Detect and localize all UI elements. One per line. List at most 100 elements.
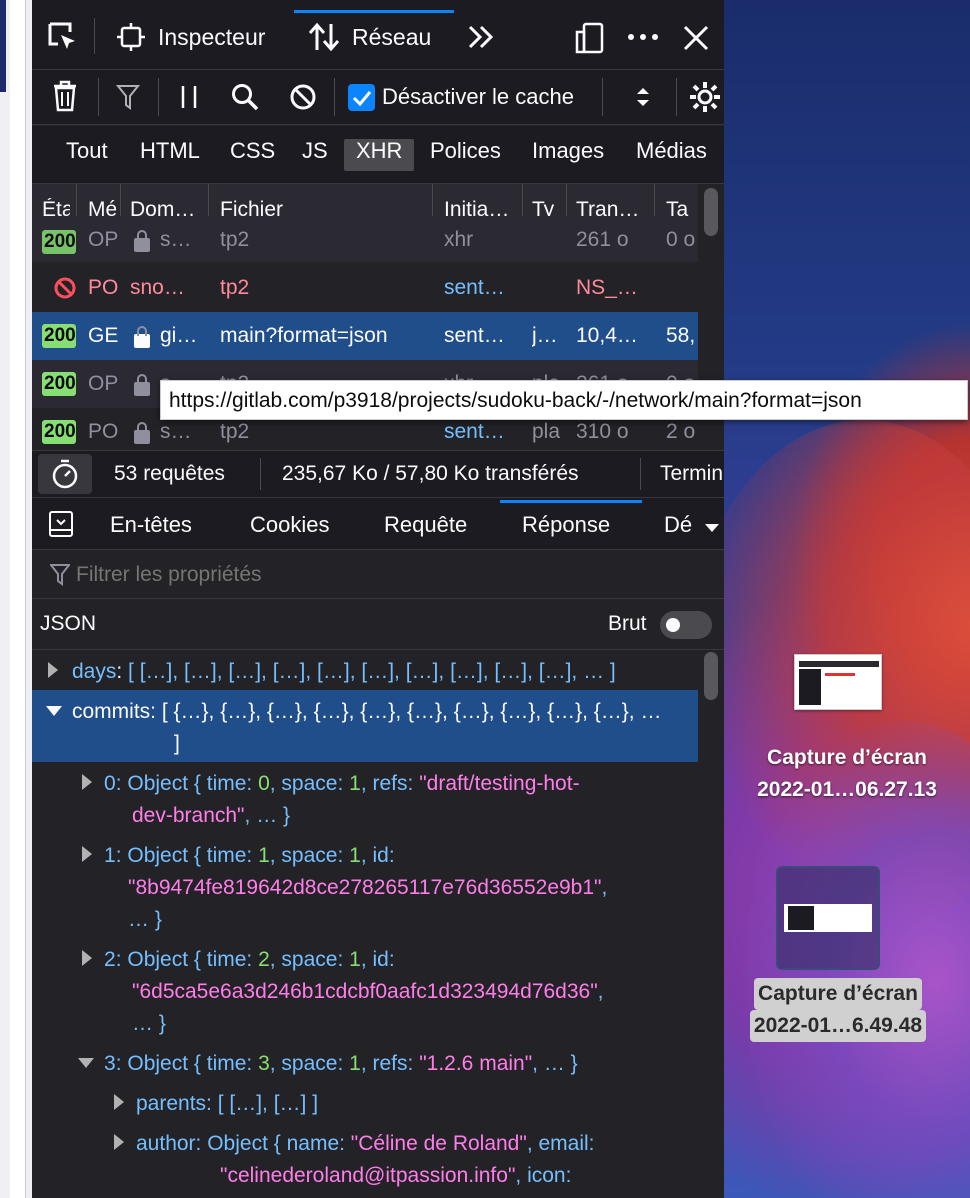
expand-arrow-icon[interactable]: [82, 774, 92, 790]
row-initiator: xhr: [444, 228, 474, 251]
tab-cookies[interactable]: Cookies: [250, 512, 329, 538]
filter-media[interactable]: Médias: [636, 138, 707, 164]
url-tooltip: https://gitlab.com/p3918/projects/sudoku…: [160, 380, 968, 420]
page-edge-header: [0, 0, 6, 92]
responsive-design-icon[interactable]: [574, 22, 606, 54]
block-icon[interactable]: [288, 82, 318, 112]
table-row[interactable]: PO sno… tp2 sent… NS_…: [32, 264, 698, 312]
tree-node-parents[interactable]: parents: [ […], […] ]: [136, 1088, 318, 1120]
lock-icon: [134, 230, 150, 252]
close-icon[interactable]: [682, 24, 710, 52]
row-initiator[interactable]: sent…: [444, 312, 520, 360]
filter-html[interactable]: HTML: [140, 138, 200, 164]
filter-icon[interactable]: [116, 84, 140, 110]
row-file: tp2: [220, 228, 250, 251]
tab-response[interactable]: Réponse: [522, 512, 610, 538]
status-badge: 200: [42, 324, 76, 348]
tab-inspector[interactable]: Inspecteur: [116, 22, 265, 52]
row-transferred: NS_…: [576, 276, 638, 299]
toolbar-separator: [602, 78, 603, 116]
tree-node-commit-3[interactable]: 3: Object { time: 3, space: 1, refs: "1.…: [104, 1048, 578, 1080]
tree-node-commit-2[interactable]: 2: Object { time: 2, space: 1, id:: [104, 944, 395, 976]
row-size: 58,: [666, 324, 696, 347]
json-tree-scrollbar[interactable]: [704, 652, 718, 700]
detail-active-tab-indicator: [500, 500, 642, 503]
filter-fonts[interactable]: Polices: [430, 138, 501, 164]
toolbar-separator: [94, 18, 95, 54]
toolbar-separator: [98, 78, 99, 116]
row-method: OP: [88, 228, 118, 251]
performance-button[interactable]: [38, 454, 92, 494]
expand-arrow-icon[interactable]: [114, 1094, 124, 1110]
expand-arrow-icon[interactable]: [82, 950, 92, 966]
row-method: GE: [88, 324, 118, 347]
more-options-icon[interactable]: [626, 22, 660, 52]
more-tabs-chevron-icon[interactable]: [466, 22, 496, 52]
toolbar-separator: [334, 78, 335, 116]
blocked-icon: [54, 277, 76, 299]
tree-node-commit-2-id: "6d5ca5e6a3d246b1cdcbf0aafc1d323494d76d3…: [132, 980, 604, 1003]
tab-network-label: Réseau: [352, 23, 432, 50]
filter-css[interactable]: CSS: [230, 138, 275, 164]
disable-cache-label[interactable]: Désactiver le cache: [382, 84, 574, 110]
lock-icon: [134, 374, 150, 396]
tree-node-commit-0[interactable]: 0: Object { time: 0, space: 1, refs: "dr…: [104, 768, 580, 800]
gear-icon[interactable]: [688, 80, 722, 114]
screenshot-file-thumbnail-selected[interactable]: [776, 866, 880, 970]
property-filter-input[interactable]: [76, 560, 696, 590]
row-file: main?format=json: [220, 324, 388, 347]
toolbar-separator: [158, 78, 159, 116]
macos-desktop: Capture d’écran 2022-01…06.27.13 Capture…: [724, 0, 970, 1198]
tab-network[interactable]: Réseau: [308, 22, 431, 52]
inspector-icon: [117, 23, 145, 51]
tree-node-commits[interactable]: commits: [ {…}, {…}, {…}, {…}, {…}, {…},…: [72, 696, 661, 728]
raw-toggle[interactable]: [660, 611, 712, 639]
search-icon[interactable]: [230, 82, 260, 112]
trash-icon[interactable]: [52, 80, 78, 112]
raw-label: Brut: [608, 612, 647, 635]
expand-arrow-icon[interactable]: [82, 846, 92, 862]
more-detail-tabs-icon[interactable]: [704, 520, 720, 538]
network-arrows-icon: [308, 22, 340, 52]
expand-arrow-icon[interactable]: [114, 1134, 124, 1150]
row-method: PO: [88, 420, 118, 443]
row-file: tp2: [220, 276, 250, 299]
element-picker-icon[interactable]: [46, 20, 80, 54]
pause-icon[interactable]: [178, 84, 200, 110]
filter-all[interactable]: Tout: [66, 138, 108, 164]
tree-node-author[interactable]: author: Object { name: "Céline de Roland…: [136, 1128, 595, 1160]
collapse-arrow-icon[interactable]: [46, 706, 62, 716]
screenshot-file-label[interactable]: Capture d’écran 2022-01…06.27.13: [724, 742, 970, 806]
tab-timings[interactable]: Dé: [664, 512, 698, 538]
row-method: PO: [88, 276, 118, 299]
filter-js[interactable]: JS: [302, 138, 328, 164]
tab-request[interactable]: Requête: [384, 512, 467, 538]
tree-node-days[interactable]: days: [ […], […], […], […], […], […], [……: [72, 656, 616, 688]
collapse-arrow-icon[interactable]: [78, 1058, 94, 1068]
request-list-scrollbar[interactable]: [704, 188, 718, 236]
table-row-selected[interactable]: 200 GE gi… main?format=json sent… j… 10,…: [32, 312, 698, 360]
tree-node-commit-2-cont: … }: [132, 1012, 166, 1035]
throttling-dropdown-icon[interactable]: [634, 84, 652, 110]
tab-headers[interactable]: En-têtes: [110, 512, 192, 538]
status-separator: [640, 458, 641, 490]
tree-node-commit-1[interactable]: 1: Object { time: 1, space: 1, id:: [104, 840, 395, 872]
page-edge-content: [10, 0, 26, 1198]
expand-arrow-icon[interactable]: [48, 662, 58, 678]
filter-xhr[interactable]: XHR: [356, 138, 402, 164]
tree-node-author-cont: "celinederoland@itpassion.info", icon:: [220, 1164, 572, 1187]
filter-images[interactable]: Images: [532, 138, 604, 164]
tree-node-commit-0-cont: dev-branch", … }: [132, 804, 291, 827]
active-tab-indicator: [294, 10, 454, 13]
disable-cache-checkbox[interactable]: [348, 84, 375, 111]
tab-inspector-label: Inspecteur: [158, 23, 266, 50]
table-row[interactable]: 200 OP s… tp2 xhr 261 o 0 o: [32, 216, 698, 262]
lock-icon: [134, 326, 150, 348]
toggle-sidebar-icon[interactable]: [48, 510, 74, 543]
browser-page-edge: [0, 0, 32, 1198]
screenshot-file-thumbnail[interactable]: [794, 654, 882, 710]
status-badge: 200: [42, 230, 76, 254]
tree-node-commit-1-cont: … }: [128, 908, 162, 931]
screenshot-file-label-selected[interactable]: Capture d’écran 2022-01…6.49.48: [728, 978, 948, 1042]
row-initiator[interactable]: sent…: [444, 264, 520, 312]
